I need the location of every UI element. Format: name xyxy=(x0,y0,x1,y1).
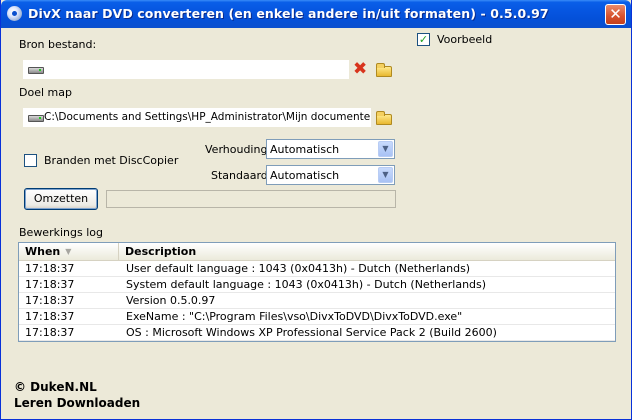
source-folder-open-icon[interactable] xyxy=(376,63,392,77)
preview-label: Voorbeeld xyxy=(437,33,493,46)
target-value: C:\Documents and Settings\HP_Administrat… xyxy=(44,111,371,123)
standard-value: Automatisch xyxy=(270,169,340,182)
column-header-when[interactable]: When ▼ xyxy=(19,243,119,260)
table-row[interactable]: 17:18:37 Version 0.5.0.97 xyxy=(19,293,615,309)
column-header-description[interactable]: Description xyxy=(119,243,615,260)
log-description: ExeName : "C:\Program Files\vso\DivxToDV… xyxy=(126,310,463,323)
convert-button[interactable]: Omzetten xyxy=(24,188,98,210)
target-label: Doel map xyxy=(19,86,72,99)
ratio-select[interactable]: Automatisch ▼ xyxy=(266,139,395,159)
drive-icon xyxy=(28,67,44,74)
ratio-value: Automatisch xyxy=(270,143,340,156)
preview-checkbox[interactable]: ✓ xyxy=(417,33,430,46)
table-row[interactable]: 17:18:37 OS : Microsoft Windows XP Profes… xyxy=(19,325,615,341)
progress-bar xyxy=(106,190,396,208)
burn-checkbox[interactable] xyxy=(24,154,37,167)
log-header: When ▼ Description xyxy=(19,243,615,261)
log-when: 17:18:37 xyxy=(25,278,75,291)
chevron-down-icon[interactable]: ▼ xyxy=(378,141,393,157)
target-folder-open-icon[interactable] xyxy=(376,111,392,125)
table-row[interactable]: 17:18:37 User default language : 1043 (0x… xyxy=(19,261,615,277)
log-label: Bewerkings log xyxy=(19,226,103,239)
drive-icon xyxy=(28,115,44,122)
column-header-when-label: When xyxy=(25,245,61,258)
log-description: Version 0.5.0.97 xyxy=(126,294,216,307)
table-row[interactable]: 17:18:37 ExeName : "C:\Program Files\vso\… xyxy=(19,309,615,325)
log-when: 17:18:37 xyxy=(25,310,75,323)
close-button[interactable]: ✕ xyxy=(605,4,626,25)
table-row[interactable]: 17:18:37 System default language : 1043 (… xyxy=(19,277,615,293)
watermark-line1: © DukeN.NL xyxy=(14,380,97,394)
column-header-description-label: Description xyxy=(125,245,197,258)
log-description: System default language : 1043 (0x0413h)… xyxy=(126,278,487,291)
ratio-label: Verhouding xyxy=(205,143,268,156)
main-window: DivX naar DVD converteren (en enkele and… xyxy=(0,0,632,420)
log-when: 17:18:37 xyxy=(25,326,75,339)
source-field[interactable] xyxy=(23,60,349,79)
standard-select[interactable]: Automatisch ▼ xyxy=(266,165,395,185)
standard-label: Standaard xyxy=(211,169,268,182)
app-icon[interactable] xyxy=(7,6,22,21)
log-description: User default language : 1043 (0x0413h) -… xyxy=(126,262,471,275)
title-bar[interactable]: DivX naar DVD converteren (en enkele and… xyxy=(1,0,631,28)
log-list[interactable]: When ▼ Description 17:18:37 User default l… xyxy=(18,242,616,342)
clear-x-icon[interactable]: ✖ xyxy=(353,61,367,78)
log-when: 17:18:37 xyxy=(25,294,75,307)
target-field[interactable]: C:\Documents and Settings\HP_Administrat… xyxy=(23,108,371,127)
chevron-down-icon[interactable]: ▼ xyxy=(378,167,393,183)
sort-descending-icon: ▼ xyxy=(65,247,72,256)
burn-label: Branden met DiscCopier xyxy=(44,154,179,167)
window-title: DivX naar DVD converteren (en enkele and… xyxy=(28,6,549,21)
log-when: 17:18:37 xyxy=(25,262,75,275)
source-label: Bron bestand: xyxy=(19,38,97,51)
log-description: OS : Microsoft Windows XP Professional S… xyxy=(126,326,497,339)
watermark-line2: Leren Downloaden xyxy=(14,396,141,410)
